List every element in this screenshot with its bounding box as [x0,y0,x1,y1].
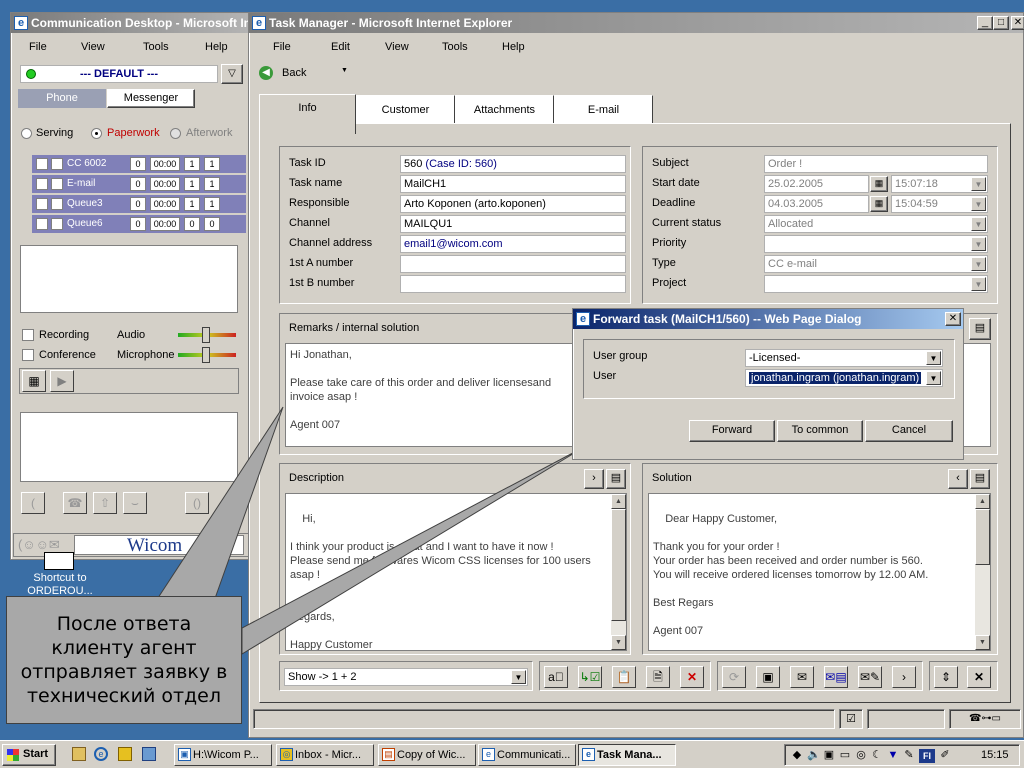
volume-icon[interactable]: 🔈 [807,749,821,761]
to-common-button[interactable]: To common [777,420,863,442]
taskbar: Start e ▣ H:\Wicom P... ◎ Inbox - Micr... … [0,740,1024,768]
tools-icon[interactable]: ✎ [903,749,915,761]
taskbar-button-task-manager[interactable]: e Task Mana... [578,744,676,766]
windows-logo-icon [7,749,19,761]
language-indicator[interactable]: FI [919,749,935,763]
tab-info[interactable]: Info [259,94,356,134]
start-button[interactable]: Start [2,744,56,766]
taskbar-button-label: Inbox - Micr... [295,749,362,761]
network-icon[interactable]: ▣ [823,749,835,761]
moon-icon[interactable]: ☾ [871,749,883,761]
ie-icon: e [582,748,595,761]
user-group-label: User group [593,350,648,362]
taskbar-button-label: Task Mana... [597,749,662,761]
taskbar-button-label: Communicati... [497,749,571,761]
antivirus-icon[interactable]: ▼ [887,749,899,761]
monitor-icon[interactable]: ▭ [839,749,851,761]
desktop: { "comm_window": { "title": "Communicati… [0,0,1024,768]
pen-icon[interactable]: ✐ [939,749,951,761]
title-bar[interactable]: e Forward task (MailCH1/560) -- Web Page … [573,309,963,329]
taskbar-button-communication[interactable]: e Communicati... [478,744,576,766]
user-label: User [593,370,617,382]
folder-icon: ▣ [178,748,191,761]
user-group-select[interactable]: -Licensed- ▼ [745,349,943,367]
chevron-down-icon[interactable]: ▼ [926,351,941,365]
taskbar-button-copy[interactable]: ▤ Copy of Wic... [378,744,476,766]
taskbar-button-label: Copy of Wic... [397,749,466,761]
user-select[interactable]: jonathan.ingram (jonathan.ingram) ▼ [745,369,943,387]
close-button[interactable]: ✕ [945,312,961,326]
callout-text: После ответа клиенту агент отправляет за… [20,613,228,707]
start-label: Start [23,748,49,760]
system-tray: ◆ 🔈 ▣ ▭ ◎ ☾ ▼ ✎ FI ✐ 15:15 [784,744,1020,766]
forward-task-dialog: e Forward task (MailCH1/560) -- Web Page … [572,308,964,460]
quick-launch: e [70,747,166,763]
user-value: jonathan.ingram (jonathan.ingram) [749,372,922,384]
dialog-title: Forward task (MailCH1/560) -- Web Page D… [593,312,862,326]
taskbar-button-label: H:\Wicom P... [193,749,259,761]
outlook-icon: ◎ [280,748,293,761]
forward-button[interactable]: Forward [689,420,775,442]
callout-box: После ответа клиенту агент отправляет за… [6,596,242,724]
chevron-down-icon[interactable]: ▼ [926,371,941,385]
outlook-icon[interactable] [118,747,132,761]
ie-icon: e [576,312,590,326]
shield-icon[interactable]: ◆ [791,749,803,761]
presentation-icon: ▤ [382,748,395,761]
cancel-button[interactable]: Cancel [865,420,953,442]
ie-icon: e [482,748,495,761]
clock[interactable]: 15:15 [981,749,1009,761]
user-group-value: -Licensed- [749,352,801,364]
taskbar-button-explorer[interactable]: ▣ H:\Wicom P... [174,744,272,766]
show-desktop-icon[interactable] [72,747,86,761]
app-icon[interactable] [142,747,156,761]
taskbar-button-inbox[interactable]: ◎ Inbox - Micr... [276,744,374,766]
sync-icon[interactable]: ◎ [855,749,867,761]
ie-quicklaunch-icon[interactable]: e [94,747,108,761]
